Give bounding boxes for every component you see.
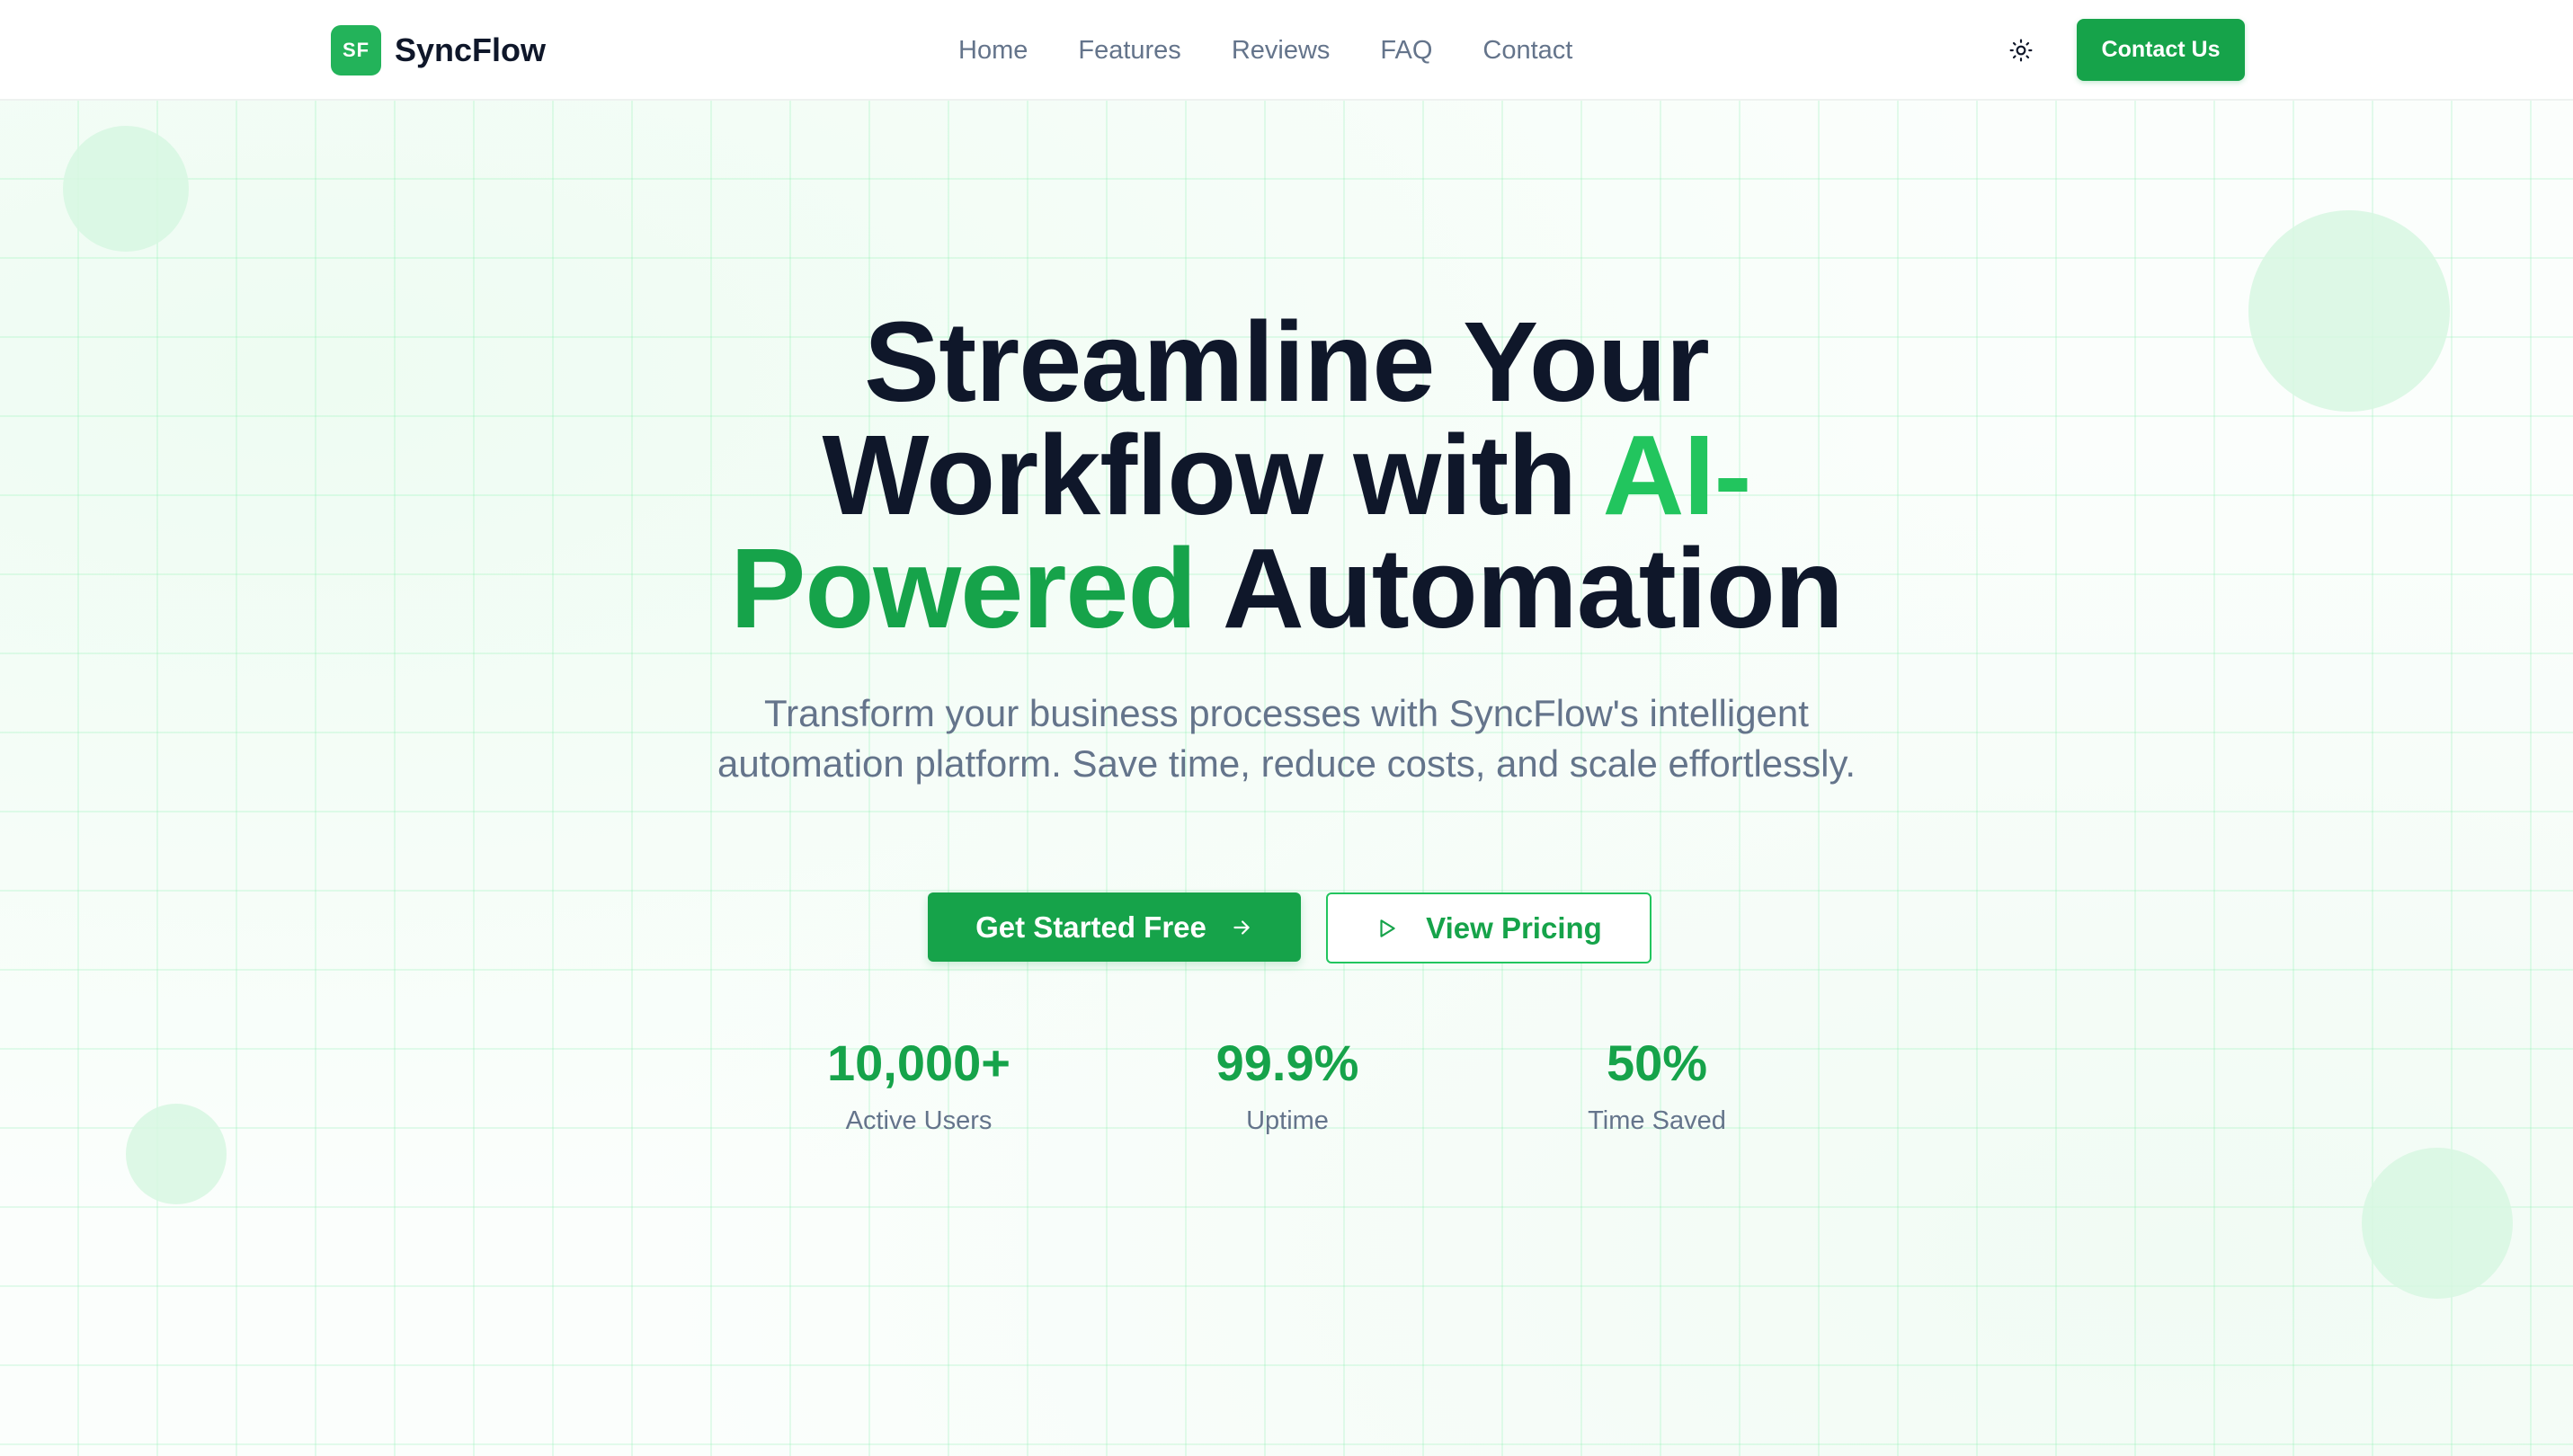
headline-line-2: Workflow with AI- xyxy=(0,419,2573,532)
headline-line-1: Streamline Your xyxy=(864,298,1710,425)
stat-active-users: 10,000+ Active Users xyxy=(739,1032,1099,1138)
nav-item-features[interactable]: Features xyxy=(1078,32,1180,68)
nav-item-faq[interactable]: FAQ xyxy=(1380,32,1432,68)
headline-accent: AI- xyxy=(1602,412,1751,538)
decorative-circle xyxy=(126,1104,227,1204)
site-header: SF SyncFlow Home Features Reviews FAQ Co… xyxy=(0,0,2573,101)
arrow-right-icon xyxy=(1230,916,1253,939)
nav-item-reviews[interactable]: Reviews xyxy=(1232,32,1331,68)
nav-item-home[interactable]: Home xyxy=(958,32,1028,68)
nav-item-contact[interactable]: Contact xyxy=(1482,32,1572,68)
headline-accent: Powered xyxy=(730,525,1197,652)
theme-toggle-button[interactable] xyxy=(2003,32,2039,68)
decorative-circle xyxy=(2362,1148,2513,1299)
brand-logo[interactable]: SF SyncFlow xyxy=(331,25,546,75)
stat-value: 10,000+ xyxy=(827,1034,1011,1091)
headline-line-3: Powered Automation xyxy=(0,532,2573,645)
decorative-circle xyxy=(63,126,189,252)
stat-time-saved: 50% Time Saved xyxy=(1477,1032,1837,1138)
stat-label: Uptime xyxy=(1246,1106,1329,1135)
view-pricing-label: View Pricing xyxy=(1426,910,1602,945)
get-started-button[interactable]: Get Started Free xyxy=(928,892,1301,962)
sun-icon xyxy=(2009,39,2033,62)
contact-us-button[interactable]: Contact Us xyxy=(2077,19,2245,81)
stat-value: 50% xyxy=(1606,1034,1708,1091)
stat-label: Active Users xyxy=(845,1106,993,1135)
logo-badge: SF xyxy=(331,25,381,75)
hero-subtitle: Transform your business processes with S… xyxy=(717,692,1856,785)
headline-text: Workflow with xyxy=(822,412,1603,538)
headline-text: Automation xyxy=(1196,525,1844,652)
main-nav: Home Features Reviews FAQ Contact xyxy=(958,32,1623,68)
stat-label: Time Saved xyxy=(1588,1106,1726,1135)
get-started-label: Get Started Free xyxy=(975,910,1206,944)
play-icon xyxy=(1376,917,1399,940)
hero-headline: Streamline Your Workflow with AI- Powere… xyxy=(0,306,2573,645)
view-pricing-button[interactable]: View Pricing xyxy=(1326,892,1652,963)
brand-name: SyncFlow xyxy=(395,31,547,68)
stat-uptime: 99.9% Uptime xyxy=(1108,1032,1467,1138)
stat-value: 99.9% xyxy=(1215,1034,1359,1091)
